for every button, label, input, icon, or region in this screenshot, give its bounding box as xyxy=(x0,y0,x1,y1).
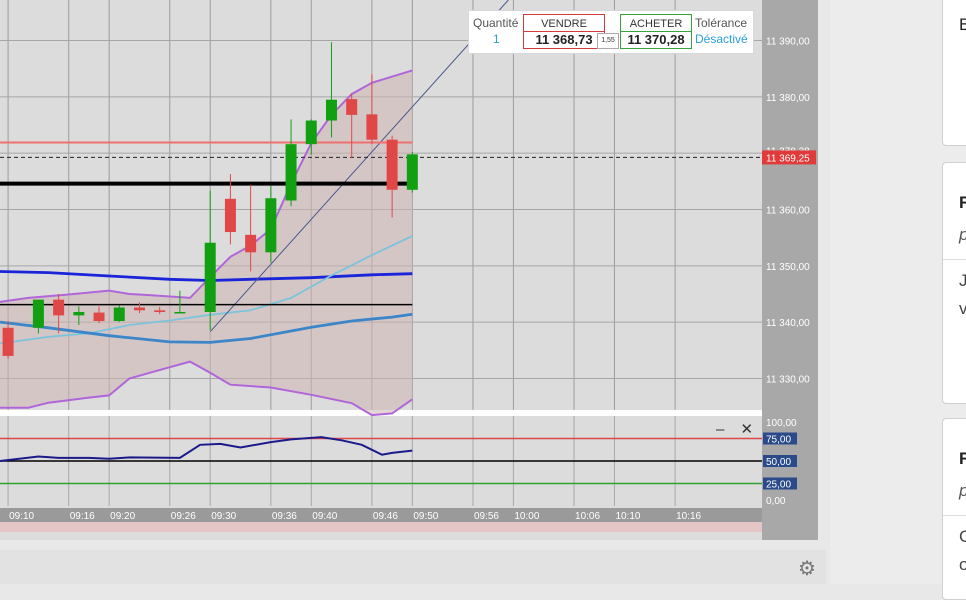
card-body: C xyxy=(959,527,966,546)
quantity-value[interactable]: 1 xyxy=(493,32,500,46)
time-tick-label: 09:50 xyxy=(413,511,438,522)
right-panel: B R p J v R p C o xyxy=(830,0,966,600)
candle-body xyxy=(204,242,216,313)
candle-body xyxy=(154,310,166,313)
card-text: B xyxy=(959,15,966,34)
chart-area[interactable]: 11 390,0011 380,0011 370,0011 360,0011 3… xyxy=(0,0,818,540)
bottom-toolbar xyxy=(0,550,826,584)
price-chart[interactable]: 11 390,0011 380,0011 370,0011 360,0011 3… xyxy=(0,0,818,540)
oscillator-tick-label: 50,00 xyxy=(766,457,791,468)
candle-body xyxy=(265,198,277,253)
buy-price: 11 370,28 xyxy=(627,32,685,47)
info-card[interactable]: B xyxy=(942,0,966,146)
candle-body xyxy=(53,299,65,316)
sell-price: 11 368,73 xyxy=(535,32,593,47)
oscillator-controls: – ✕ xyxy=(716,420,765,438)
card-subtitle: p xyxy=(959,481,966,501)
info-card[interactable]: R p J v xyxy=(942,162,966,404)
candle-body xyxy=(366,114,378,140)
candle-body xyxy=(32,299,44,328)
candle-body xyxy=(285,144,297,201)
navigator-strip xyxy=(0,522,762,532)
info-card[interactable]: R p C o xyxy=(942,418,966,600)
price-tick-label: 11 360,00 xyxy=(766,206,810,217)
time-tick-label: 09:20 xyxy=(110,511,135,522)
card-body: o xyxy=(959,555,966,574)
close-icon[interactable]: ✕ xyxy=(741,421,754,438)
candle-body xyxy=(133,307,145,311)
candle-body xyxy=(386,139,398,190)
time-tick-label: 09:40 xyxy=(312,511,337,522)
time-tick-label: 09:36 xyxy=(272,511,297,522)
spread-value: 1,55 xyxy=(597,33,619,49)
card-subtitle: p xyxy=(959,225,966,245)
sell-button[interactable]: VENDRE 11 368,73 xyxy=(523,14,605,49)
buy-label: ACHETER xyxy=(621,17,691,32)
time-tick-label: 10:10 xyxy=(615,511,640,522)
buy-button[interactable]: ACHETER 11 370,28 xyxy=(620,14,692,49)
candle-body xyxy=(346,99,358,115)
price-tick-label: 11 340,00 xyxy=(766,318,810,329)
card-body: J xyxy=(959,271,966,290)
time-tick-label: 09:16 xyxy=(70,511,95,522)
time-tick-label: 09:56 xyxy=(474,511,499,522)
tolerance-label: Tolérance xyxy=(695,16,748,30)
candle-body xyxy=(174,312,186,314)
price-tick-label: 11 380,00 xyxy=(766,93,810,104)
minimize-icon[interactable]: – xyxy=(716,421,724,438)
price-tick-label: 11 350,00 xyxy=(766,262,810,273)
time-tick-label: 09:46 xyxy=(373,511,398,522)
candle-body xyxy=(305,120,317,145)
current-price-label: 11 369,25 xyxy=(766,153,810,164)
candle-body xyxy=(113,307,125,322)
card-body: v xyxy=(959,299,966,318)
price-tick-label: 11 390,00 xyxy=(766,37,810,48)
time-tick-label: 09:26 xyxy=(171,511,196,522)
gear-icon[interactable]: ⚙ xyxy=(798,556,816,581)
quantity-label: Quantité xyxy=(473,16,519,30)
candle-body xyxy=(406,154,418,190)
panel-separator xyxy=(0,410,818,416)
oscillator-tick-label: 100,00 xyxy=(766,418,797,429)
oscillator-tick-label: 0,00 xyxy=(766,496,786,507)
time-tick-label: 10:06 xyxy=(575,511,600,522)
tolerance-value[interactable]: Désactivé xyxy=(695,32,748,46)
price-tick-label: 11 330,00 xyxy=(766,374,810,385)
candle-body xyxy=(325,99,337,121)
order-panel: Quantité 1 VENDRE 11 368,73 1,55 ACHETER… xyxy=(468,10,754,54)
oscillator-tick-label: 75,00 xyxy=(766,435,791,446)
time-tick-label: 10:16 xyxy=(676,511,701,522)
candle-body xyxy=(93,312,105,322)
time-tick-label: 10:00 xyxy=(514,511,539,522)
candle-body xyxy=(2,327,14,356)
oscillator-tick-label: 25,00 xyxy=(766,480,791,491)
card-title: R xyxy=(959,449,966,468)
candle-body xyxy=(73,312,85,316)
time-tick-label: 09:10 xyxy=(9,511,34,522)
time-tick-label: 09:30 xyxy=(211,511,236,522)
sell-label: VENDRE xyxy=(524,17,604,32)
candle-body xyxy=(245,234,257,253)
candle-body xyxy=(224,198,236,233)
card-title: R xyxy=(959,193,966,212)
